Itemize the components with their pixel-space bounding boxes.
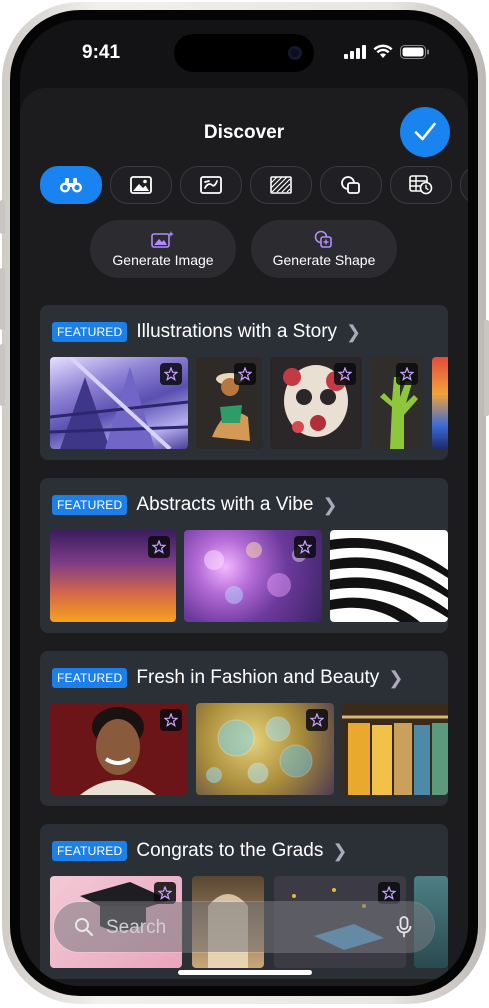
sparkle-favorite-icon[interactable] xyxy=(160,709,182,731)
section-header[interactable]: FEATURED Fresh in Fashion and Beauty ❯ xyxy=(52,667,403,689)
sparkle-favorite-icon[interactable] xyxy=(334,363,356,385)
category-image[interactable] xyxy=(110,166,172,204)
status-bar: 9:41 xyxy=(20,20,468,82)
camera-icon xyxy=(288,46,302,60)
sparkle-favorite-icon[interactable] xyxy=(154,882,176,904)
section-fashion[interactable]: FEATURED Fresh in Fashion and Beauty ❯ xyxy=(40,651,448,806)
template-thumbnail[interactable] xyxy=(196,703,334,795)
featured-badge: FEATURED xyxy=(52,841,128,861)
battery-icon xyxy=(400,45,429,59)
section-header[interactable]: FEATURED Congrats to the Grads ❯ xyxy=(52,840,347,862)
table-calendar-icon xyxy=(409,175,433,195)
home-indicator[interactable] xyxy=(178,970,312,975)
generate-shape-label: Generate Shape xyxy=(272,252,376,268)
binoculars-icon xyxy=(60,178,82,193)
template-thumbnail[interactable] xyxy=(50,530,176,622)
template-thumbnail[interactable] xyxy=(330,530,448,622)
section-title: Illustrations with a Story xyxy=(136,321,338,342)
template-thumbnail[interactable] xyxy=(342,703,448,795)
section-illustrations[interactable]: FEATURED Illustrations with a Story ❯ xyxy=(40,305,448,460)
volume-up-button xyxy=(0,268,5,330)
sparkle-favorite-icon[interactable] xyxy=(148,536,170,558)
sparkle-favorite-icon[interactable] xyxy=(396,363,418,385)
sparkle-favorite-icon[interactable] xyxy=(160,363,182,385)
section-title: Congrats to the Grads xyxy=(136,840,324,861)
search-icon xyxy=(75,918,94,937)
category-bar xyxy=(40,166,468,204)
featured-badge: FEATURED xyxy=(52,668,128,688)
search-placeholder: Search xyxy=(106,917,167,938)
status-time: 9:41 xyxy=(82,42,121,63)
category-more[interactable] xyxy=(460,166,468,204)
dynamic-island xyxy=(174,34,314,72)
wifi-icon xyxy=(373,44,393,58)
section-abstracts[interactable]: FEATURED Abstracts with a Vibe ❯ xyxy=(40,478,448,633)
chevron-right-icon: ❯ xyxy=(346,321,362,342)
generate-image-icon xyxy=(151,231,174,248)
power-button xyxy=(484,320,489,416)
pattern-icon xyxy=(270,176,292,194)
chevron-right-icon: ❯ xyxy=(388,667,404,688)
chevron-right-icon: ❯ xyxy=(332,840,348,861)
section-title: Abstracts with a Vibe xyxy=(136,494,314,515)
template-thumbnail[interactable] xyxy=(196,357,262,449)
template-thumbnail[interactable] xyxy=(270,357,362,449)
microphone-icon[interactable] xyxy=(396,916,412,938)
op-art xyxy=(330,538,448,622)
template-thumbnail[interactable] xyxy=(50,703,188,795)
section-header[interactable]: FEATURED Abstracts with a Vibe ❯ xyxy=(52,494,338,516)
template-thumbnail[interactable] xyxy=(184,530,322,622)
category-binoculars[interactable] xyxy=(40,166,102,204)
screen: 9:41 Discover Generate Image Generate Sh… xyxy=(20,20,468,986)
generate-shape-button[interactable]: Generate Shape xyxy=(251,220,397,278)
checkmark-icon xyxy=(414,122,436,141)
volume-down-button xyxy=(0,344,5,406)
section-header[interactable]: FEATURED Illustrations with a Story ❯ xyxy=(52,321,361,343)
generate-image-label: Generate Image xyxy=(112,252,214,268)
template-thumbnail[interactable] xyxy=(370,357,424,449)
shapes-icon xyxy=(341,176,360,194)
template-thumbnail[interactable] xyxy=(432,357,448,449)
chevron-right-icon: ❯ xyxy=(322,494,338,515)
sparkle-favorite-icon[interactable] xyxy=(378,882,400,904)
generate-shape-icon xyxy=(314,230,332,248)
clothing-rack-photo xyxy=(342,715,448,795)
template-thumbnail[interactable] xyxy=(50,357,188,449)
status-icons xyxy=(344,44,430,59)
sparkle-favorite-icon[interactable] xyxy=(306,709,328,731)
category-illustration[interactable] xyxy=(180,166,242,204)
sparkle-favorite-icon[interactable] xyxy=(294,536,316,558)
featured-badge: FEATURED xyxy=(52,322,128,342)
done-button[interactable] xyxy=(400,107,450,157)
image-icon xyxy=(130,176,152,194)
category-table-calendar[interactable] xyxy=(390,166,452,204)
illustration-icon xyxy=(200,176,222,194)
category-shapes[interactable] xyxy=(320,166,382,204)
cellular-signal-icon xyxy=(344,45,366,59)
category-pattern[interactable] xyxy=(250,166,312,204)
search-field[interactable]: Search xyxy=(54,902,434,952)
sparkle-favorite-icon[interactable] xyxy=(234,363,256,385)
section-title: Fresh in Fashion and Beauty xyxy=(136,667,380,688)
featured-badge: FEATURED xyxy=(52,495,128,515)
generate-image-button[interactable]: Generate Image xyxy=(90,220,236,278)
action-button xyxy=(0,200,5,234)
